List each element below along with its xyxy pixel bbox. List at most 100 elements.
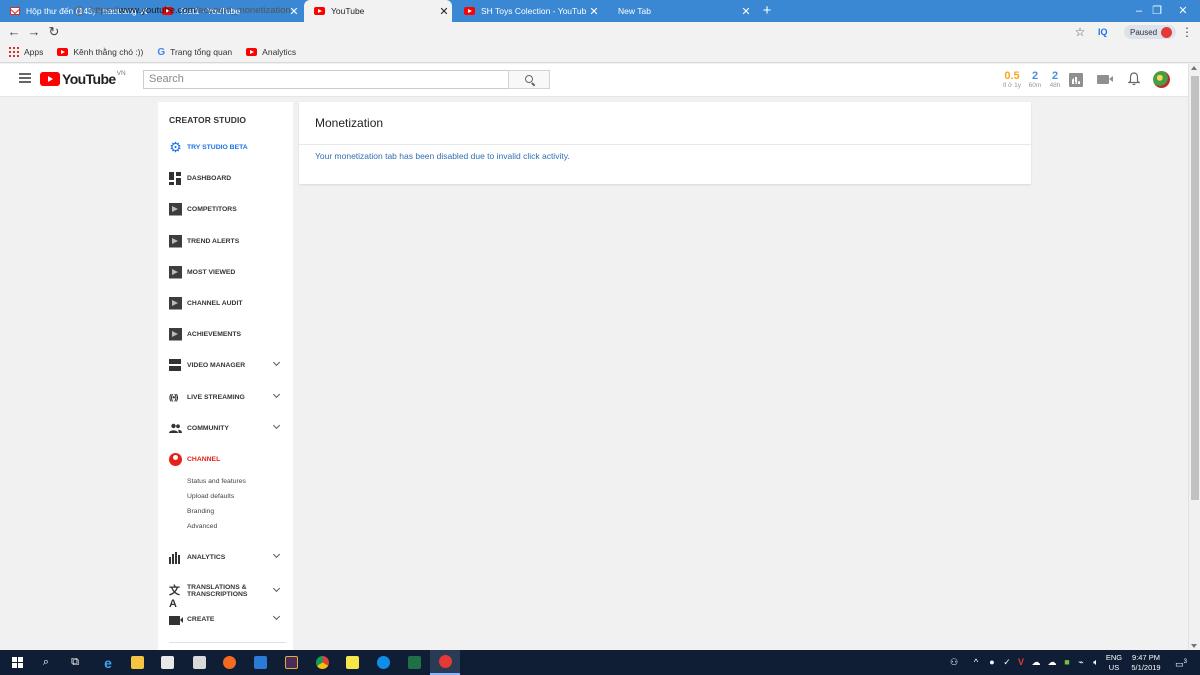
youtube-logo[interactable]: YouTube VN [40, 70, 126, 87]
taskbar-mail[interactable] [184, 650, 214, 675]
sidebar-item-video-manager[interactable]: VIDEO MANAGER [158, 357, 293, 373]
taskbar-edge[interactable]: e [93, 650, 123, 675]
taskbar-teamviewer[interactable] [368, 650, 398, 675]
google-icon: G [157, 46, 166, 58]
scrollbar-thumb[interactable] [1191, 76, 1199, 500]
sidebar-item-label: DASHBOARD [187, 174, 232, 182]
chevron-down-icon[interactable] [272, 584, 281, 593]
taskbar-sticky-notes[interactable] [337, 650, 367, 675]
sidebar-item-channel[interactable]: CHANNEL [158, 451, 293, 467]
people-icon[interactable]: ⚇ [946, 650, 962, 675]
stat-48h[interactable]: 2 48h [1048, 70, 1062, 90]
hamburger-menu-icon[interactable] [19, 73, 31, 83]
taskbar-app-dark[interactable] [276, 650, 306, 675]
browser-menu-icon[interactable]: ⋮ [1180, 22, 1194, 42]
notifications-bell-icon[interactable] [1128, 72, 1140, 86]
bookmark-trang-tong-quan[interactable]: G Trang tổng quan [157, 47, 232, 58]
chevron-down-icon[interactable] [272, 550, 281, 559]
tray-cloud-icon[interactable]: ☁ [1046, 650, 1058, 675]
steam-icon[interactable]: ● [986, 650, 998, 675]
extension-icon [169, 296, 182, 310]
stat-60m[interactable]: 2 60m [1028, 70, 1042, 90]
taskbar-store[interactable] [152, 650, 182, 675]
onedrive-icon[interactable]: ☁ [1030, 650, 1042, 675]
bookmark-kenh[interactable]: Kênh thằng chó :)) [57, 47, 143, 57]
sidebar-item-try-studio-beta[interactable]: ⚙ TRY STUDIO BETA [158, 139, 293, 155]
search-button[interactable] [508, 70, 550, 89]
youtube-play-icon [40, 72, 60, 86]
action-center-button[interactable]: ▭3 [1172, 650, 1190, 675]
tray-app-icon[interactable]: ✓ [1001, 650, 1013, 675]
video-camera-icon[interactable] [1097, 75, 1113, 84]
search-taskbar-button[interactable]: ⌕ [31, 650, 61, 675]
taskbar-file-explorer[interactable] [122, 650, 152, 675]
sidebar-item-create[interactable]: CREATE [158, 611, 293, 627]
taskbar-chrome[interactable] [307, 650, 337, 675]
bookmark-label: Analytics [262, 47, 297, 57]
profile-paused-chip[interactable]: Paused [1124, 25, 1177, 39]
sidebar-item-channel-audit[interactable]: CHANNEL AUDIT [158, 295, 293, 311]
apps-grid-icon [9, 47, 19, 57]
analytics-icon[interactable] [1069, 73, 1083, 87]
taskbar-excel[interactable] [399, 650, 429, 675]
nvidia-icon[interactable]: ■ [1061, 650, 1073, 675]
search-input[interactable]: Search [143, 70, 509, 89]
sidebar-item-competitors[interactable]: COMPETITORS [158, 201, 293, 217]
channel-subitem-status[interactable]: Status and features [187, 478, 246, 485]
network-icon[interactable]: ⌁ [1075, 650, 1087, 675]
channel-subitem-branding[interactable]: Branding [187, 508, 214, 515]
sidebar-item-community[interactable]: COMMUNITY [158, 420, 293, 436]
extension-icon [169, 202, 182, 216]
task-view-button[interactable]: ⧉ [60, 650, 90, 675]
taskbar-chrome-profile[interactable] [430, 650, 460, 675]
volume-icon[interactable]: 🔈︎ [1090, 650, 1102, 675]
taskbar-browser-orange[interactable] [214, 650, 244, 675]
reload-button[interactable]: ↻ [44, 22, 64, 42]
sidebar-item-live-streaming[interactable]: ((•)) LIVE STREAMING [158, 389, 293, 405]
chevron-down-icon[interactable] [272, 421, 281, 430]
info-icon[interactable]: i [74, 5, 84, 16]
back-button[interactable]: ← [4, 22, 24, 42]
youtube-icon [246, 48, 258, 56]
app-icon [284, 656, 298, 669]
start-button[interactable] [2, 650, 32, 675]
sidebar-item-dashboard[interactable]: DASHBOARD [158, 170, 293, 186]
address-bar[interactable]: i https://www.youtube.com/account_moneti… [68, 2, 1098, 19]
channel-subitem-upload-defaults[interactable]: Upload defaults [187, 493, 234, 500]
extension-icon [169, 327, 182, 341]
sidebar-item-translations[interactable]: 文A TRANSLATIONS & TRANSCRIPTIONS [158, 580, 293, 610]
sidebar-item-analytics[interactable]: ANALYTICS [158, 549, 293, 565]
sidebar-item-trend-alerts[interactable]: TREND ALERTS [158, 233, 293, 249]
sidebar-item-label: ACHIEVEMENTS [187, 330, 242, 338]
taskbar-vscode[interactable] [245, 650, 275, 675]
sidebar-item-most-viewed[interactable]: MOST VIEWED [158, 264, 293, 280]
sidebar-item-achievements[interactable]: ACHIEVEMENTS [158, 326, 293, 342]
chrome-icon [315, 656, 329, 669]
scroll-down-arrow-icon[interactable] [1191, 644, 1197, 648]
task-view-icon: ⧉ [71, 656, 79, 668]
sidebar-item-label: CHANNEL AUDIT [187, 299, 243, 307]
taskbar-clock[interactable]: 9:47 PM 5/1/2019 [1127, 653, 1165, 673]
sidebar-divider [169, 642, 286, 643]
community-icon [169, 423, 182, 433]
channel-subitem-advanced[interactable]: Advanced [187, 523, 217, 530]
user-avatar[interactable] [1153, 71, 1170, 88]
close-window-button[interactable]: ✕ [1166, 0, 1200, 22]
chevron-down-icon[interactable] [272, 358, 281, 367]
chevron-down-icon[interactable] [272, 390, 281, 399]
vivaldi-icon[interactable]: V [1015, 650, 1027, 675]
iq-extension-button[interactable]: IQ [1098, 22, 1108, 42]
url-host: www.youtube.com [118, 5, 196, 16]
language-indicator[interactable]: ENG US [1104, 653, 1124, 673]
bookmark-apps[interactable]: Apps [9, 47, 43, 57]
chevron-down-icon[interactable] [272, 612, 281, 621]
scroll-up-arrow-icon[interactable] [1191, 66, 1197, 70]
forward-button[interactable]: → [24, 22, 44, 42]
bookmark-analytics[interactable]: Analytics [246, 47, 296, 57]
page-scrollbar[interactable] [1188, 64, 1200, 650]
stat-realtime[interactable]: 0.5 tỉ ở 1y [1003, 70, 1021, 90]
bookmark-star-icon[interactable]: ☆ [1073, 22, 1087, 42]
tray-expand-icon[interactable]: ^ [970, 650, 982, 675]
youtube-icon [57, 48, 69, 56]
profile-avatar [1161, 26, 1173, 38]
